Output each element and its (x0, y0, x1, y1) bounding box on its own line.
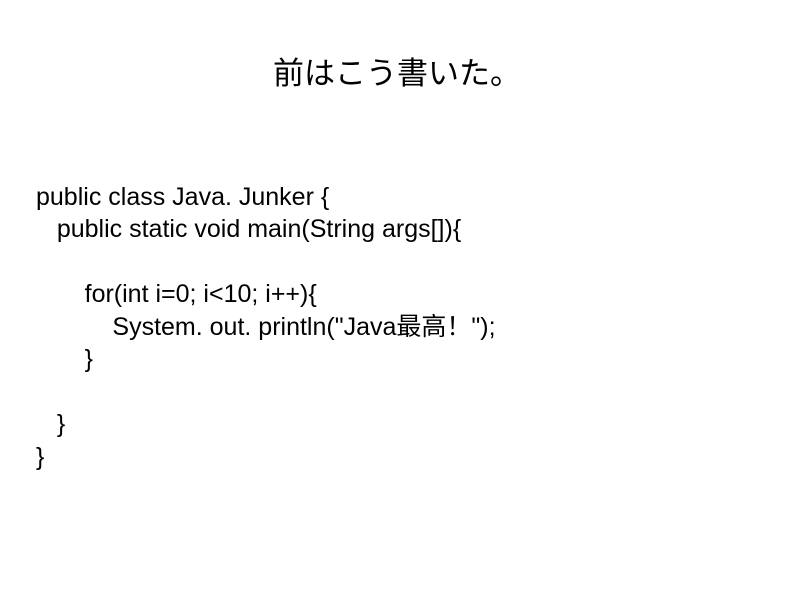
code-block: public class Java. Junker { public stati… (36, 148, 496, 473)
slide-title: 前はこう書いた。 (0, 0, 794, 93)
code-line: System. out. println("Java最高！"); (36, 313, 496, 341)
code-line: public static void main(String args[]){ (36, 215, 461, 243)
code-line (36, 248, 61, 276)
code-line: } (36, 410, 65, 438)
code-line: for(int i=0; i<10; i++){ (36, 280, 317, 308)
code-line: } (36, 443, 44, 471)
slide: 前はこう書いた。 public class Java. Junker { pub… (0, 0, 794, 595)
code-line: } (36, 345, 93, 373)
code-line (36, 378, 61, 406)
code-line: public class Java. Junker { (36, 183, 329, 211)
